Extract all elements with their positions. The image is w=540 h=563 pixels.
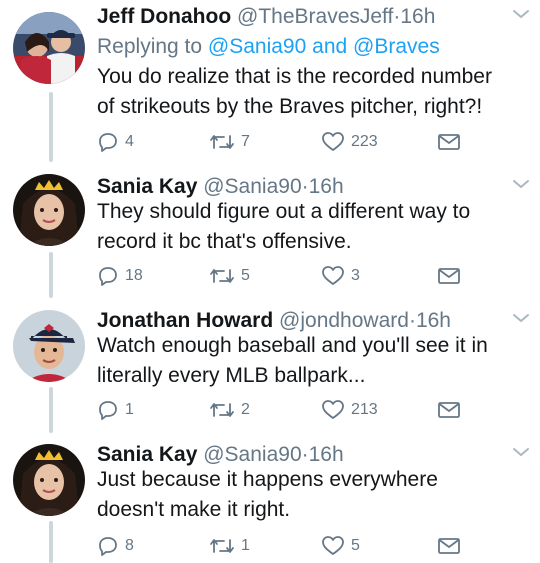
reply-button[interactable]: 4	[97, 130, 134, 154]
tweet-text-line: literally every MLB ballpark...	[97, 364, 366, 387]
tweet-text: Just because it happens everywhere doesn…	[97, 465, 529, 525]
reply-count: 4	[125, 133, 134, 150]
tweet-text-line: record it bc that's offensive.	[97, 230, 352, 253]
reply-count: 8	[125, 537, 134, 554]
retweet-button[interactable]: 2	[209, 398, 250, 422]
direct-message-button[interactable]	[437, 130, 461, 154]
tweet-actions: 1 2 213	[97, 398, 477, 422]
retweet-button[interactable]: 1	[209, 534, 250, 558]
like-button[interactable]: 223	[321, 130, 378, 154]
timestamp[interactable]: 16h	[309, 175, 344, 198]
reply-count: 18	[125, 267, 143, 284]
tweet-actions: 18 5 3	[97, 264, 477, 288]
retweet-count: 2	[241, 401, 250, 418]
tweet[interactable]: Sania Kay @Sania90·16h They should figur…	[0, 170, 540, 294]
author-handle[interactable]: @Sania90	[203, 443, 301, 466]
like-button[interactable]: 3	[321, 264, 360, 288]
avatar[interactable]	[13, 174, 85, 246]
chevron-down-icon[interactable]	[512, 177, 530, 195]
separator: ·	[301, 175, 309, 198]
tweet-text: You do realize that is the recorded numb…	[97, 62, 529, 122]
timestamp[interactable]: 16h	[416, 309, 451, 332]
avatar[interactable]	[13, 444, 85, 516]
retweet-button[interactable]: 7	[209, 130, 250, 154]
tweet-text-line: of strikeouts by the Braves pitcher, rig…	[97, 95, 483, 118]
author-name[interactable]: Sania Kay	[97, 175, 197, 198]
envelope-icon	[437, 536, 461, 556]
heart-icon	[321, 131, 345, 153]
like-count: 3	[351, 267, 360, 284]
tweet-text-line: Watch enough baseball and you'll see it …	[97, 334, 488, 357]
like-count: 223	[351, 133, 378, 150]
chevron-down-icon[interactable]	[512, 7, 530, 25]
mention-conjunction: and	[312, 35, 348, 58]
direct-message-button[interactable]	[437, 534, 461, 558]
retweet-icon	[209, 265, 235, 287]
timestamp[interactable]: 16h	[309, 443, 344, 466]
tweet-text-line: You do realize that is the recorded numb…	[97, 65, 492, 88]
like-count: 213	[351, 401, 378, 418]
author-name[interactable]: Jeff Donahoo	[97, 5, 231, 28]
like-button[interactable]: 213	[321, 398, 378, 422]
envelope-icon	[437, 132, 461, 152]
tweet-text: They should figure out a different way t…	[97, 197, 529, 257]
tweet-text-line: They should figure out a different way t…	[97, 200, 471, 223]
tweet[interactable]: Jeff Donahoo @TheBravesJeff·16h Replying…	[0, 0, 540, 160]
envelope-icon	[437, 266, 461, 286]
tweet[interactable]: Jonathan Howard @jondhoward·16h Watch en…	[0, 304, 540, 428]
replying-to: Replying to @Sania90 and @Braves	[97, 34, 440, 60]
reply-button[interactable]: 18	[97, 264, 143, 288]
avatar[interactable]	[13, 310, 85, 382]
reply-icon	[97, 399, 119, 421]
separator: ·	[301, 443, 309, 466]
tweet-actions: 4 7 223	[97, 130, 477, 154]
retweet-icon	[209, 131, 235, 153]
tweet[interactable]: Sania Kay @Sania90·16h Just because it h…	[0, 438, 540, 563]
avatar[interactable]	[13, 12, 85, 84]
reply-icon	[97, 535, 119, 557]
replying-to-label: Replying to	[97, 35, 203, 58]
retweet-icon	[209, 399, 235, 421]
author-handle[interactable]: @Sania90	[203, 175, 301, 198]
tweet-text-line: doesn't make it right.	[97, 498, 291, 521]
mention-link[interactable]: @Braves	[353, 35, 440, 58]
separator: ·	[408, 309, 416, 332]
author-name[interactable]: Jonathan Howard	[97, 309, 273, 332]
reply-button[interactable]: 8	[97, 534, 134, 558]
like-button[interactable]: 5	[321, 534, 360, 558]
reply-count: 1	[125, 401, 134, 418]
tweet-text: Watch enough baseball and you'll see it …	[97, 331, 529, 391]
tweet-text-line: Just because it happens everywhere	[97, 468, 438, 491]
author-name[interactable]: Sania Kay	[97, 443, 197, 466]
reply-button[interactable]: 1	[97, 398, 134, 422]
reply-icon	[97, 265, 119, 287]
author-handle[interactable]: @jondhoward	[279, 309, 409, 332]
retweet-count: 7	[241, 133, 250, 150]
heart-icon	[321, 265, 345, 287]
heart-icon	[321, 399, 345, 421]
retweet-count: 5	[241, 267, 250, 284]
direct-message-button[interactable]	[437, 264, 461, 288]
mention-link[interactable]: @Sania90	[208, 35, 306, 58]
like-count: 5	[351, 537, 360, 554]
retweet-icon	[209, 535, 235, 557]
reply-icon	[97, 131, 119, 153]
chevron-down-icon[interactable]	[512, 311, 530, 329]
envelope-icon	[437, 400, 461, 420]
chevron-down-icon[interactable]	[512, 445, 530, 463]
direct-message-button[interactable]	[437, 398, 461, 422]
tweet-actions: 8 1 5	[97, 534, 477, 558]
retweet-button[interactable]: 5	[209, 264, 250, 288]
timestamp[interactable]: 16h	[400, 5, 435, 28]
author-handle[interactable]: @TheBravesJeff	[237, 5, 393, 28]
tweet-header: Jeff Donahoo @TheBravesJeff·16h	[97, 4, 435, 30]
heart-icon	[321, 535, 345, 557]
retweet-count: 1	[241, 537, 250, 554]
